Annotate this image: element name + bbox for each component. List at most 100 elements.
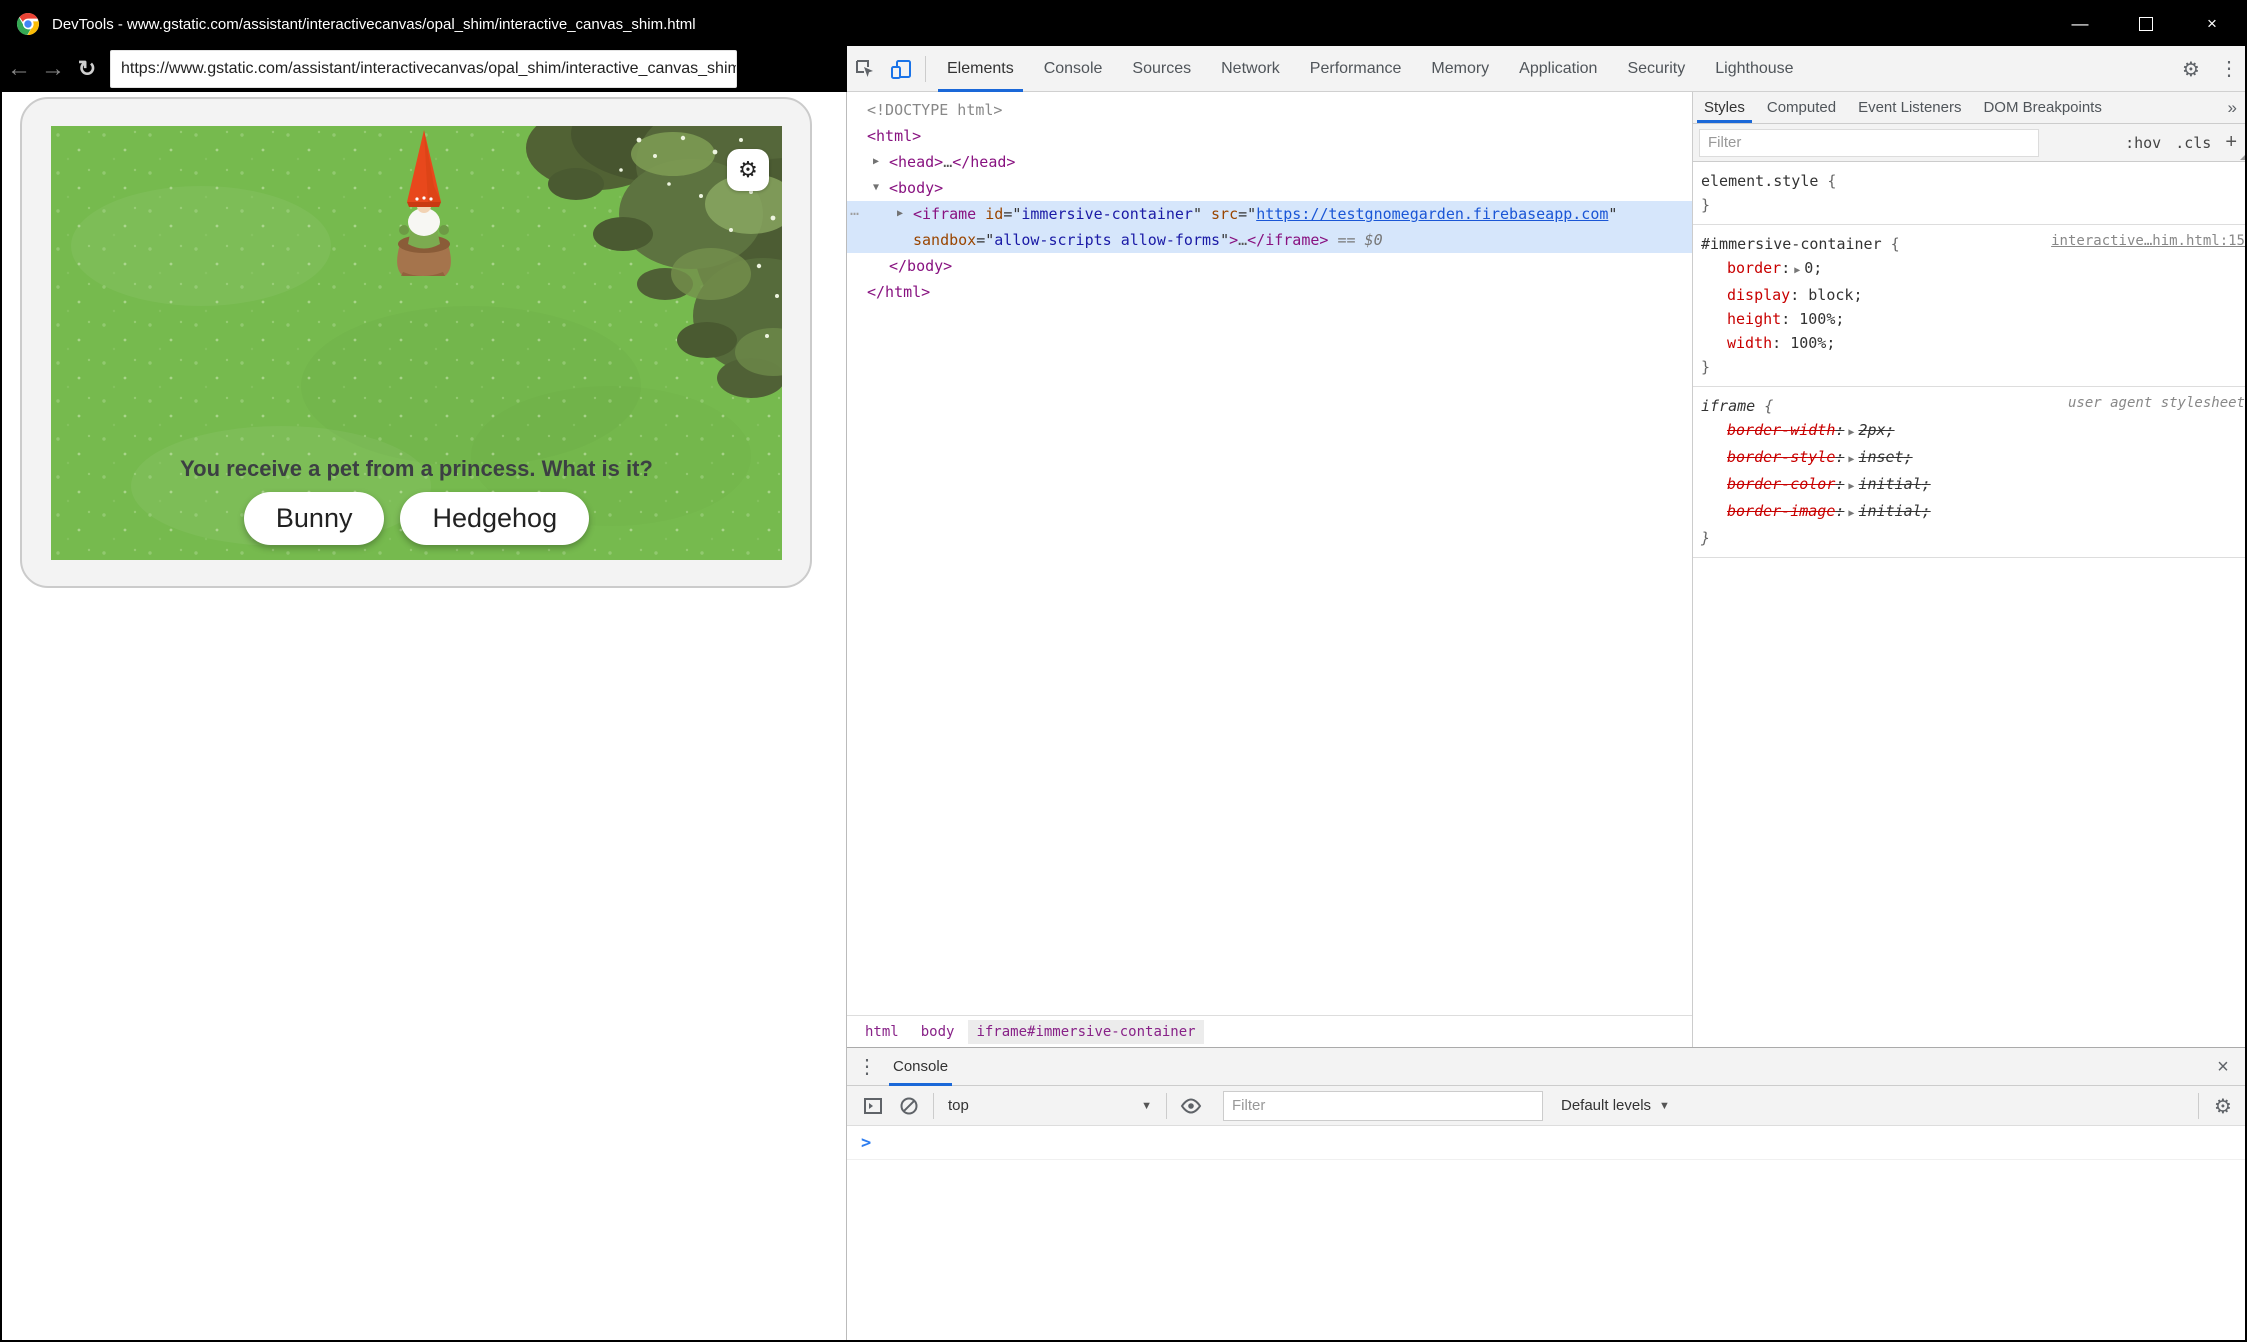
css-property[interactable]: border-image:▶initial;	[1701, 499, 2243, 526]
rule-selector[interactable]: iframe	[1701, 397, 1755, 415]
sidebar-tab-event-listeners[interactable]: Event Listeners	[1847, 92, 1972, 123]
devtools-menu-button[interactable]: ⋮	[2209, 56, 2247, 81]
property-semicolon: ;	[1826, 334, 1835, 352]
tab-network[interactable]: Network	[1206, 46, 1295, 92]
css-property[interactable]: display: block;	[1701, 283, 2243, 307]
expand-arrow-icon[interactable]: ▶	[1844, 481, 1858, 492]
rule-close-line: }	[1701, 526, 2243, 550]
expand-arrow-icon[interactable]: ▼	[873, 175, 879, 201]
drawer-menu-button[interactable]: ⋮	[847, 1054, 885, 1079]
console-sidebar-toggle[interactable]	[855, 1088, 891, 1124]
code-token: </body>	[889, 257, 952, 275]
css-property[interactable]: border-width:▶2px;	[1701, 418, 2243, 445]
tab-security[interactable]: Security	[1612, 46, 1700, 92]
expand-arrow-icon[interactable]: ▶	[1790, 265, 1804, 276]
dom-tree-node[interactable]: ▶<head>…</head>	[847, 149, 1692, 175]
css-property[interactable]: border-color:▶initial;	[1701, 472, 2243, 499]
game-screen: ⚙ You receive a pet from a princess. Wha…	[51, 126, 782, 560]
inspect-element-button[interactable]	[847, 51, 883, 87]
sidebar-tab-dom-breakpoints[interactable]: DOM Breakpoints	[1972, 92, 2112, 123]
sidebar-tab-computed[interactable]: Computed	[1756, 92, 1847, 123]
expand-arrow-icon[interactable]: ▶	[1844, 427, 1858, 438]
minimize-button[interactable]: —	[2047, 2, 2113, 46]
code-token: "	[1220, 231, 1229, 249]
tab-application[interactable]: Application	[1504, 46, 1612, 92]
live-expression-button[interactable]	[1173, 1088, 1209, 1124]
console-filter-input[interactable]	[1223, 1091, 1543, 1121]
expand-arrow-icon[interactable]: ▶	[897, 201, 903, 227]
new-style-rule-button[interactable]: +	[2225, 131, 2237, 154]
hov-toggle[interactable]: :hov	[2125, 134, 2161, 152]
devtools-tab-strip: ElementsConsoleSourcesNetworkPerformance…	[932, 46, 1809, 92]
toolbar-divider	[2198, 1093, 2199, 1119]
device-toolbar-toggle[interactable]	[883, 51, 919, 87]
sidebar-tab-styles[interactable]: Styles	[1693, 92, 1756, 123]
breadcrumb-item[interactable]: html	[857, 1020, 907, 1044]
rule-selector[interactable]: #immersive-container	[1701, 235, 1882, 253]
dom-tree-node[interactable]: <html>	[847, 123, 1692, 149]
code-token: <iframe	[913, 205, 976, 223]
tab-memory[interactable]: Memory	[1416, 46, 1504, 92]
console-drawer: ⋮ Console × top ▼	[847, 1047, 2247, 1342]
console-levels-dropdown[interactable]: Default levels ▼	[1561, 1097, 1670, 1114]
code-token: "	[1193, 205, 1202, 223]
rule-selector[interactable]: element.style	[1701, 172, 1818, 190]
property-semicolon: ;	[1835, 310, 1844, 328]
code-token: …	[943, 153, 952, 171]
game-settings-button[interactable]: ⚙	[727, 149, 769, 191]
tab-performance[interactable]: Performance	[1295, 46, 1417, 92]
code-token: </html>	[867, 283, 930, 301]
close-brace: }	[1701, 196, 1710, 214]
tab-console[interactable]: Console	[1029, 46, 1118, 92]
chevron-down-icon: ▼	[1141, 1100, 1152, 1112]
dom-tree-node[interactable]: ▼<body>	[847, 175, 1692, 201]
close-button[interactable]: ×	[2179, 2, 2245, 46]
breadcrumb-item[interactable]: body	[913, 1020, 963, 1044]
styles-filter-input[interactable]	[1699, 129, 2039, 157]
tab-lighthouse[interactable]: Lighthouse	[1700, 46, 1808, 92]
css-property[interactable]: width: 100%;	[1701, 331, 2243, 355]
breadcrumb-item[interactable]: iframe#immersive-container	[968, 1020, 1203, 1044]
dom-tree-node[interactable]: …▶<iframe id="immersive-container" src="…	[847, 201, 1692, 227]
dom-tree-node[interactable]: sandbox="allow-scripts allow-forms">…</i…	[847, 227, 1692, 253]
console-close-button[interactable]: ×	[2205, 1048, 2241, 1086]
tab-elements[interactable]: Elements	[932, 46, 1029, 92]
dom-tree-node[interactable]: </body>	[847, 253, 1692, 279]
css-property[interactable]: border:▶0;	[1701, 256, 2243, 283]
maximize-button[interactable]	[2113, 2, 2179, 46]
expand-arrow-icon[interactable]: ▶	[873, 149, 879, 175]
clear-console-button[interactable]	[891, 1088, 927, 1124]
open-brace: {	[1755, 397, 1773, 415]
dom-tree-node[interactable]: <!DOCTYPE html>	[847, 97, 1692, 123]
expand-arrow-icon[interactable]: ▶	[1844, 508, 1858, 519]
console-settings-button[interactable]: ⚙	[2205, 1088, 2241, 1124]
dom-tree-node[interactable]: </html>	[847, 279, 1692, 305]
back-icon: ←	[7, 55, 31, 83]
devtools-settings-button[interactable]: ⚙	[2173, 51, 2209, 87]
code-token: "	[1608, 205, 1617, 223]
property-name: height	[1727, 310, 1781, 328]
code-token: allow-scripts allow-forms	[994, 231, 1220, 249]
console-context-selector[interactable]: top ▼	[940, 1097, 1160, 1114]
hedgehog-button[interactable]: Hedgehog	[400, 492, 589, 545]
console-drawer-tab[interactable]: Console	[885, 1048, 956, 1086]
page-preview-area: ⚙ You receive a pet from a princess. Wha…	[2, 92, 847, 1342]
prompt-chevron-icon: >	[847, 1133, 871, 1153]
forward-button[interactable]: →	[36, 52, 70, 86]
property-name: border-width	[1727, 421, 1835, 439]
css-property[interactable]: height: 100%;	[1701, 307, 2243, 331]
bunny-button[interactable]: Bunny	[244, 492, 385, 545]
tab-sources[interactable]: Sources	[1117, 46, 1206, 92]
back-button[interactable]: ←	[2, 52, 36, 86]
more-tabs-icon[interactable]: »	[2216, 92, 2247, 123]
reload-button[interactable]: ↻	[70, 52, 104, 86]
css-property[interactable]: border-style:▶inset;	[1701, 445, 2243, 472]
cls-toggle[interactable]: .cls	[2175, 134, 2211, 152]
rule-source-link[interactable]: interactive…him.html:15	[2051, 233, 2245, 249]
url-input[interactable]: https://www.gstatic.com/assistant/intera…	[110, 50, 737, 88]
code-token	[976, 205, 985, 223]
property-colon: :	[1772, 334, 1781, 352]
resize-corner	[2240, 152, 2247, 160]
expand-arrow-icon[interactable]: ▶	[1844, 454, 1858, 465]
console-prompt-row[interactable]: >	[847, 1126, 2247, 1160]
